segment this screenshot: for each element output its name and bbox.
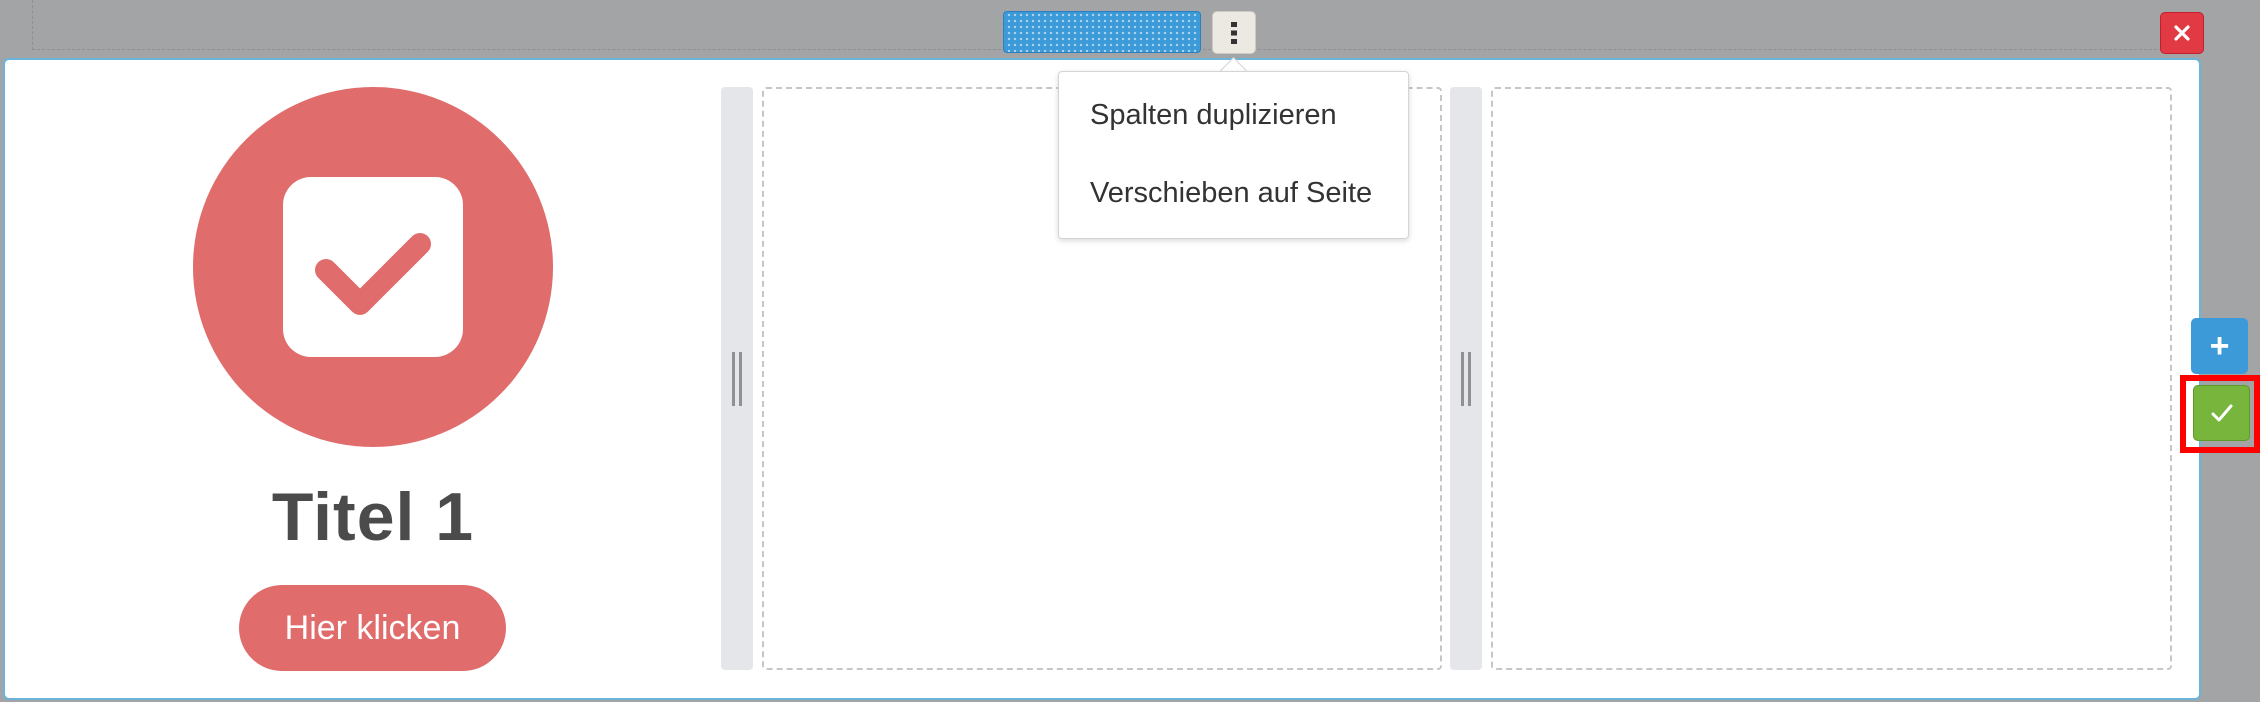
close-icon (2174, 25, 2190, 41)
column-resize-handle[interactable] (721, 87, 753, 670)
checkmark-icon (2211, 404, 2232, 422)
cta-button[interactable]: Hier klicken (239, 585, 506, 671)
add-column-button[interactable]: + (2191, 318, 2248, 374)
row-options-button[interactable] (1212, 11, 1256, 54)
column-resize-handle[interactable] (1450, 87, 1482, 670)
row-drag-handle[interactable] (1003, 11, 1201, 53)
kebab-vertical-icon (1231, 21, 1237, 44)
menu-item-duplicate-columns[interactable]: Spalten duplizieren (1090, 99, 1337, 132)
grip-icon (732, 351, 742, 406)
menu-item-move-to-page[interactable]: Verschieben auf Seite (1090, 177, 1372, 210)
feature-icon-circle[interactable] (193, 87, 553, 447)
confirm-button[interactable] (2193, 385, 2250, 441)
checkbox-checked-icon (283, 177, 463, 357)
grip-icon (1461, 351, 1471, 406)
row-options-menu: Spalten duplizieren Verschieben auf Seit… (1058, 71, 1409, 239)
column-title[interactable]: Titel 1 (173, 478, 573, 556)
close-button[interactable] (2160, 12, 2204, 54)
empty-column-dropzone[interactable] (1491, 87, 2172, 670)
